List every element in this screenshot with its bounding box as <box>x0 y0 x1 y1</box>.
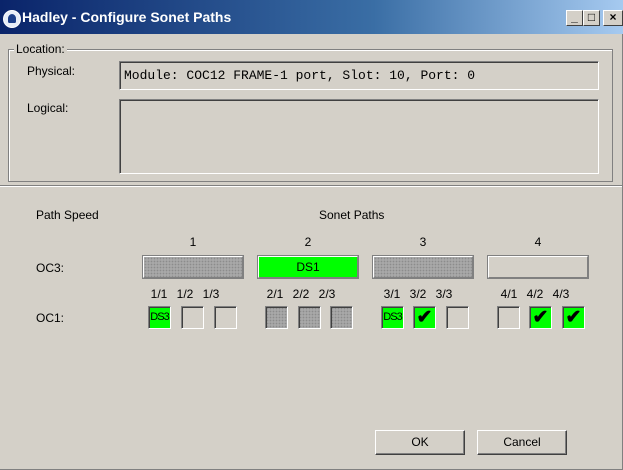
oc1-path-2-3 <box>330 306 353 329</box>
group-label-4: 4 <box>534 235 542 249</box>
minimize-button[interactable]: _ <box>566 10 583 26</box>
physical-field[interactable]: Module: COC12 FRAME-1 port, Slot: 10, Po… <box>119 61 599 90</box>
group-label-1: 1 <box>189 235 197 249</box>
oc3-path-1 <box>142 255 244 279</box>
oc1-col-label-1-3: 1/3 <box>202 287 220 301</box>
physical-value: Module: COC12 FRAME-1 port, Slot: 10, Po… <box>124 68 476 83</box>
oc1-path-4-1[interactable] <box>497 306 520 329</box>
logical-label: Logical: <box>27 101 69 115</box>
maximize-button[interactable]: □ <box>583 10 600 26</box>
location-legend: Location: <box>14 42 67 56</box>
oc1-label: OC1: <box>36 311 65 325</box>
oc3-path-4[interactable] <box>487 255 589 279</box>
group-label-2: 2 <box>304 235 312 249</box>
window-title: Hadley - Configure Sonet Paths <box>22 9 232 25</box>
sonet-paths-label: Sonet Paths <box>319 208 385 222</box>
configure-sonet-paths-dialog: Hadley - Configure Sonet Paths _ □ × Loc… <box>0 0 623 470</box>
oc1-path-3-2[interactable]: ✔ <box>413 306 436 329</box>
close-button[interactable]: × <box>603 10 623 26</box>
oc1-path-2-2 <box>298 306 321 329</box>
oc1-path-2-1 <box>265 306 288 329</box>
oc1-path-1-2[interactable] <box>181 306 204 329</box>
title-bar[interactable]: Hadley - Configure Sonet Paths _ □ × <box>0 0 623 34</box>
ok-button[interactable]: OK <box>375 430 465 455</box>
cancel-button[interactable]: Cancel <box>477 430 567 455</box>
oc1-path-3-3[interactable] <box>446 306 469 329</box>
app-logo-icon <box>3 10 21 28</box>
physical-label: Physical: <box>27 64 76 78</box>
oc1-path-3-1[interactable]: DS3 <box>381 306 404 329</box>
oc1-col-label-4-3: 4/3 <box>552 287 570 301</box>
oc1-col-label-3-3: 3/3 <box>435 287 453 301</box>
oc1-path-1-3[interactable] <box>214 306 237 329</box>
oc1-path-4-2[interactable]: ✔ <box>529 306 552 329</box>
group-label-3: 3 <box>419 235 427 249</box>
oc3-path-2[interactable]: DS1 <box>257 255 359 279</box>
oc1-path-4-3[interactable]: ✔ <box>562 306 585 329</box>
oc3-path-3 <box>372 255 474 279</box>
oc1-path-1-1[interactable]: DS3 <box>148 306 171 329</box>
logical-field[interactable] <box>119 99 599 174</box>
oc3-label: OC3: <box>36 261 65 275</box>
separator <box>0 185 622 187</box>
path-speed-label: Path Speed <box>36 208 99 222</box>
oc1-col-label-2-3: 2/3 <box>318 287 336 301</box>
